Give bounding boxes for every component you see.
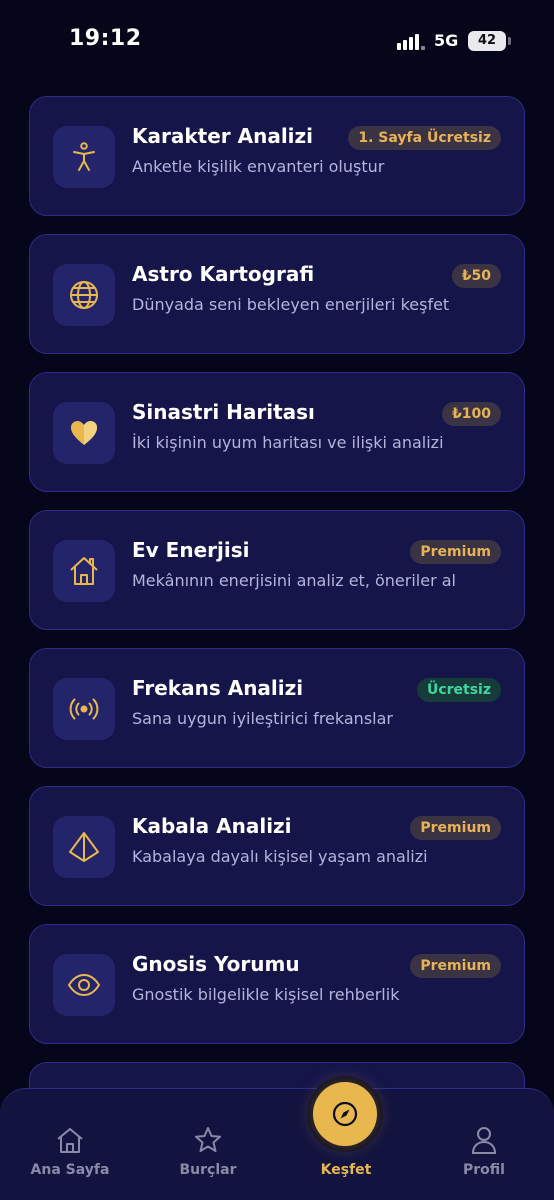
- globe-icon: [53, 264, 115, 326]
- explore-fab[interactable]: [307, 1076, 383, 1152]
- price-badge: 1. Sayfa Ücretsiz: [348, 126, 501, 150]
- card-description: Kabalaya dayalı kişisel yaşam analizi: [132, 847, 428, 866]
- house-icon: [53, 540, 115, 602]
- premium-badge: Premium: [410, 540, 501, 564]
- nav-home-label: Ana Sayfa: [30, 1162, 110, 1178]
- heart-icon: [53, 402, 115, 464]
- card-ev-enerjisi[interactable]: Ev Enerjisi Mekânının enerjisini analiz …: [29, 510, 525, 630]
- nav-signs-label: Burçlar: [179, 1162, 237, 1178]
- card-title: Astro Kartografi: [132, 262, 315, 286]
- card-karakter-analizi[interactable]: Karakter Analizi Anketle kişilik envante…: [29, 96, 525, 216]
- broadcast-icon: [53, 678, 115, 740]
- card-astro-kartografi[interactable]: Astro Kartografi Dünyada seni bekleyen e…: [29, 234, 525, 354]
- card-title: Karakter Analizi: [132, 124, 314, 148]
- card-description: Sana uygun iyileştirici frekanslar: [132, 709, 393, 728]
- card-title: Sinastri Haritası: [132, 400, 315, 424]
- card-title: Kabala Analizi: [132, 814, 292, 838]
- price-badge: ₺50: [451, 264, 501, 288]
- nav-explore-label: Keşfet: [320, 1162, 372, 1178]
- card-title: Frekans Analizi: [132, 676, 304, 700]
- profile-icon: [471, 1127, 497, 1154]
- fab-inner: [313, 1082, 377, 1146]
- feature-list: Karakter Analizi Anketle kişilik envante…: [0, 0, 554, 1200]
- card-title: Gnosis Yorumu: [132, 952, 300, 976]
- eye-icon: [53, 954, 115, 1016]
- home-icon: [57, 1128, 83, 1153]
- free-badge: Ücretsiz: [416, 678, 501, 702]
- card-description: İki kişinin uyum haritası ve ilişki anal…: [132, 433, 444, 452]
- bottom-nav: Ana Sayfa Burçlar Keşfet Profil: [0, 1088, 554, 1200]
- explore-screen: 19:12 5G 42 Karakter Analizi Anketle kiş…: [0, 0, 554, 1200]
- card-description: Anketle kişilik envanteri oluştur: [132, 157, 385, 176]
- nav-home[interactable]: Ana Sayfa: [10, 1089, 130, 1200]
- nav-signs[interactable]: Burçlar: [148, 1089, 268, 1200]
- card-kabala-analizi[interactable]: Kabala Analizi Kabalaya dayalı kişisel y…: [29, 786, 525, 906]
- card-frekans-analizi[interactable]: Frekans Analizi Sana uygun iyileştirici …: [29, 648, 525, 768]
- premium-badge: Premium: [410, 954, 501, 978]
- pyramid-icon: [53, 816, 115, 878]
- premium-badge: Premium: [410, 816, 501, 840]
- star-icon: [195, 1127, 221, 1152]
- card-description: Dünyada seni bekleyen enerjileri keşfet: [132, 295, 450, 314]
- card-gnosis-yorumu[interactable]: Gnosis Yorumu Gnostik bilgelikle kişisel…: [29, 924, 525, 1044]
- nav-profile[interactable]: Profil: [424, 1089, 544, 1200]
- nav-profile-label: Profil: [463, 1162, 505, 1178]
- price-badge: ₺100: [442, 402, 501, 426]
- card-description: Gnostik bilgelikle kişisel rehberlik: [132, 985, 400, 1004]
- card-title: Ev Enerjisi: [132, 538, 250, 562]
- person-icon: [53, 126, 115, 188]
- card-sinastri-haritasi[interactable]: Sinastri Haritası İki kişinin uyum harit…: [29, 372, 525, 492]
- compass-icon: [332, 1101, 358, 1127]
- card-description: Mekânının enerjisini analiz et, öneriler…: [132, 571, 456, 590]
